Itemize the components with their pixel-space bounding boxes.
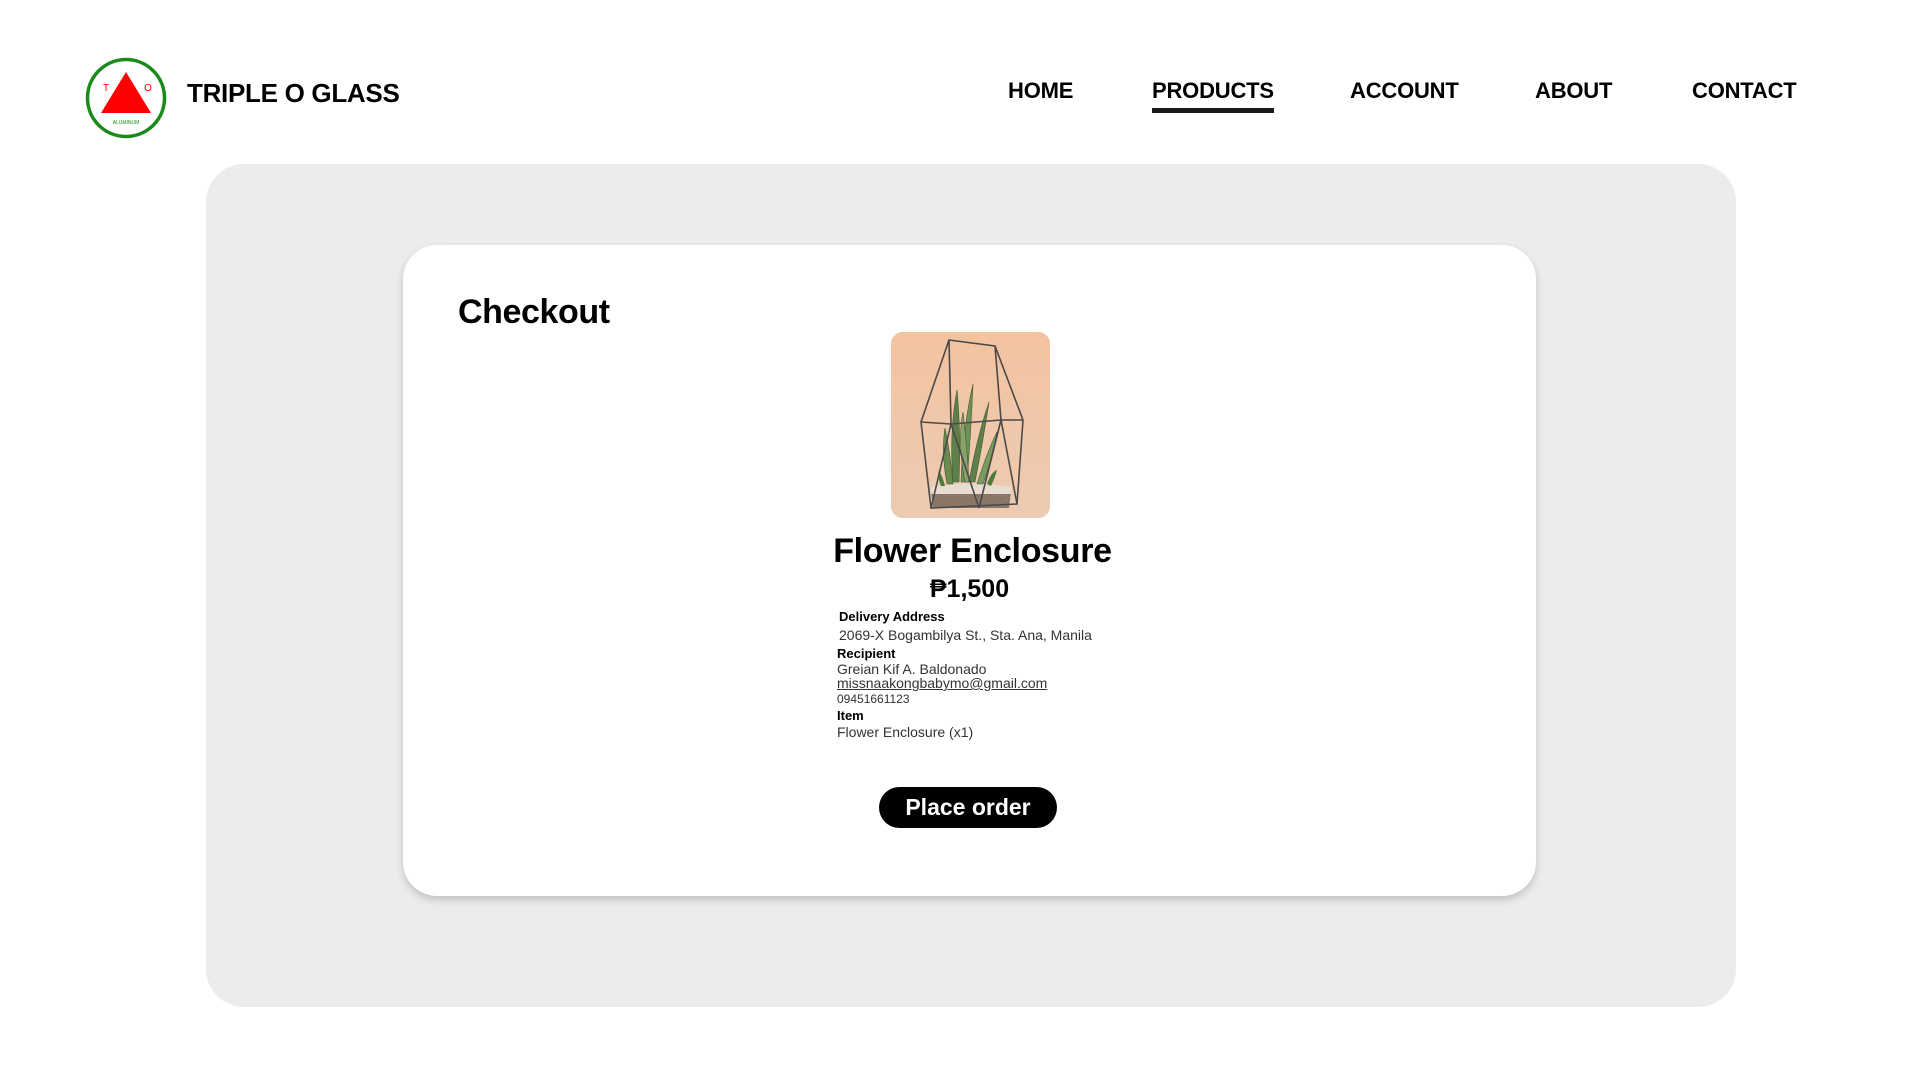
recipient-label: Recipient [837, 646, 896, 661]
nav-account[interactable]: ACCOUNT [1350, 78, 1459, 104]
delivery-address-value: 2069-X Bogambilya St., Sta. Ana, Manila [839, 627, 1092, 643]
nav-products[interactable]: PRODUCTS [1152, 78, 1274, 113]
nav-about[interactable]: ABOUT [1535, 78, 1612, 104]
item-value: Flower Enclosure (x1) [837, 724, 974, 740]
place-order-button[interactable]: Place order [879, 787, 1057, 828]
recipient-email[interactable]: missnaakongbabymo@gmail.com [837, 675, 1047, 691]
product-image [891, 332, 1050, 518]
nav-home[interactable]: HOME [1008, 78, 1073, 104]
nav-contact[interactable]: CONTACT [1692, 78, 1797, 104]
recipient-phone: 09451661123 [837, 692, 910, 706]
item-label: Item [837, 708, 864, 723]
product-price: ₱1,500 [929, 575, 1010, 603]
page-title: Checkout [458, 293, 610, 331]
product-name: Flower Enclosure [833, 532, 1112, 570]
main-nav: HOME PRODUCTS ACCOUNT ABOUT CONTACT [0, 78, 1920, 118]
site-header: T O ALUMINUM TRIPLE O GLASS HOME PRODUCT… [0, 0, 1920, 150]
svg-text:ALUMINUM: ALUMINUM [113, 120, 140, 126]
checkout-card: Checkout Flower Enclosure ₱1,500 Deliver… [403, 245, 1536, 896]
terrarium-plant-image [891, 332, 1050, 518]
delivery-address-label: Delivery Address [839, 609, 945, 624]
